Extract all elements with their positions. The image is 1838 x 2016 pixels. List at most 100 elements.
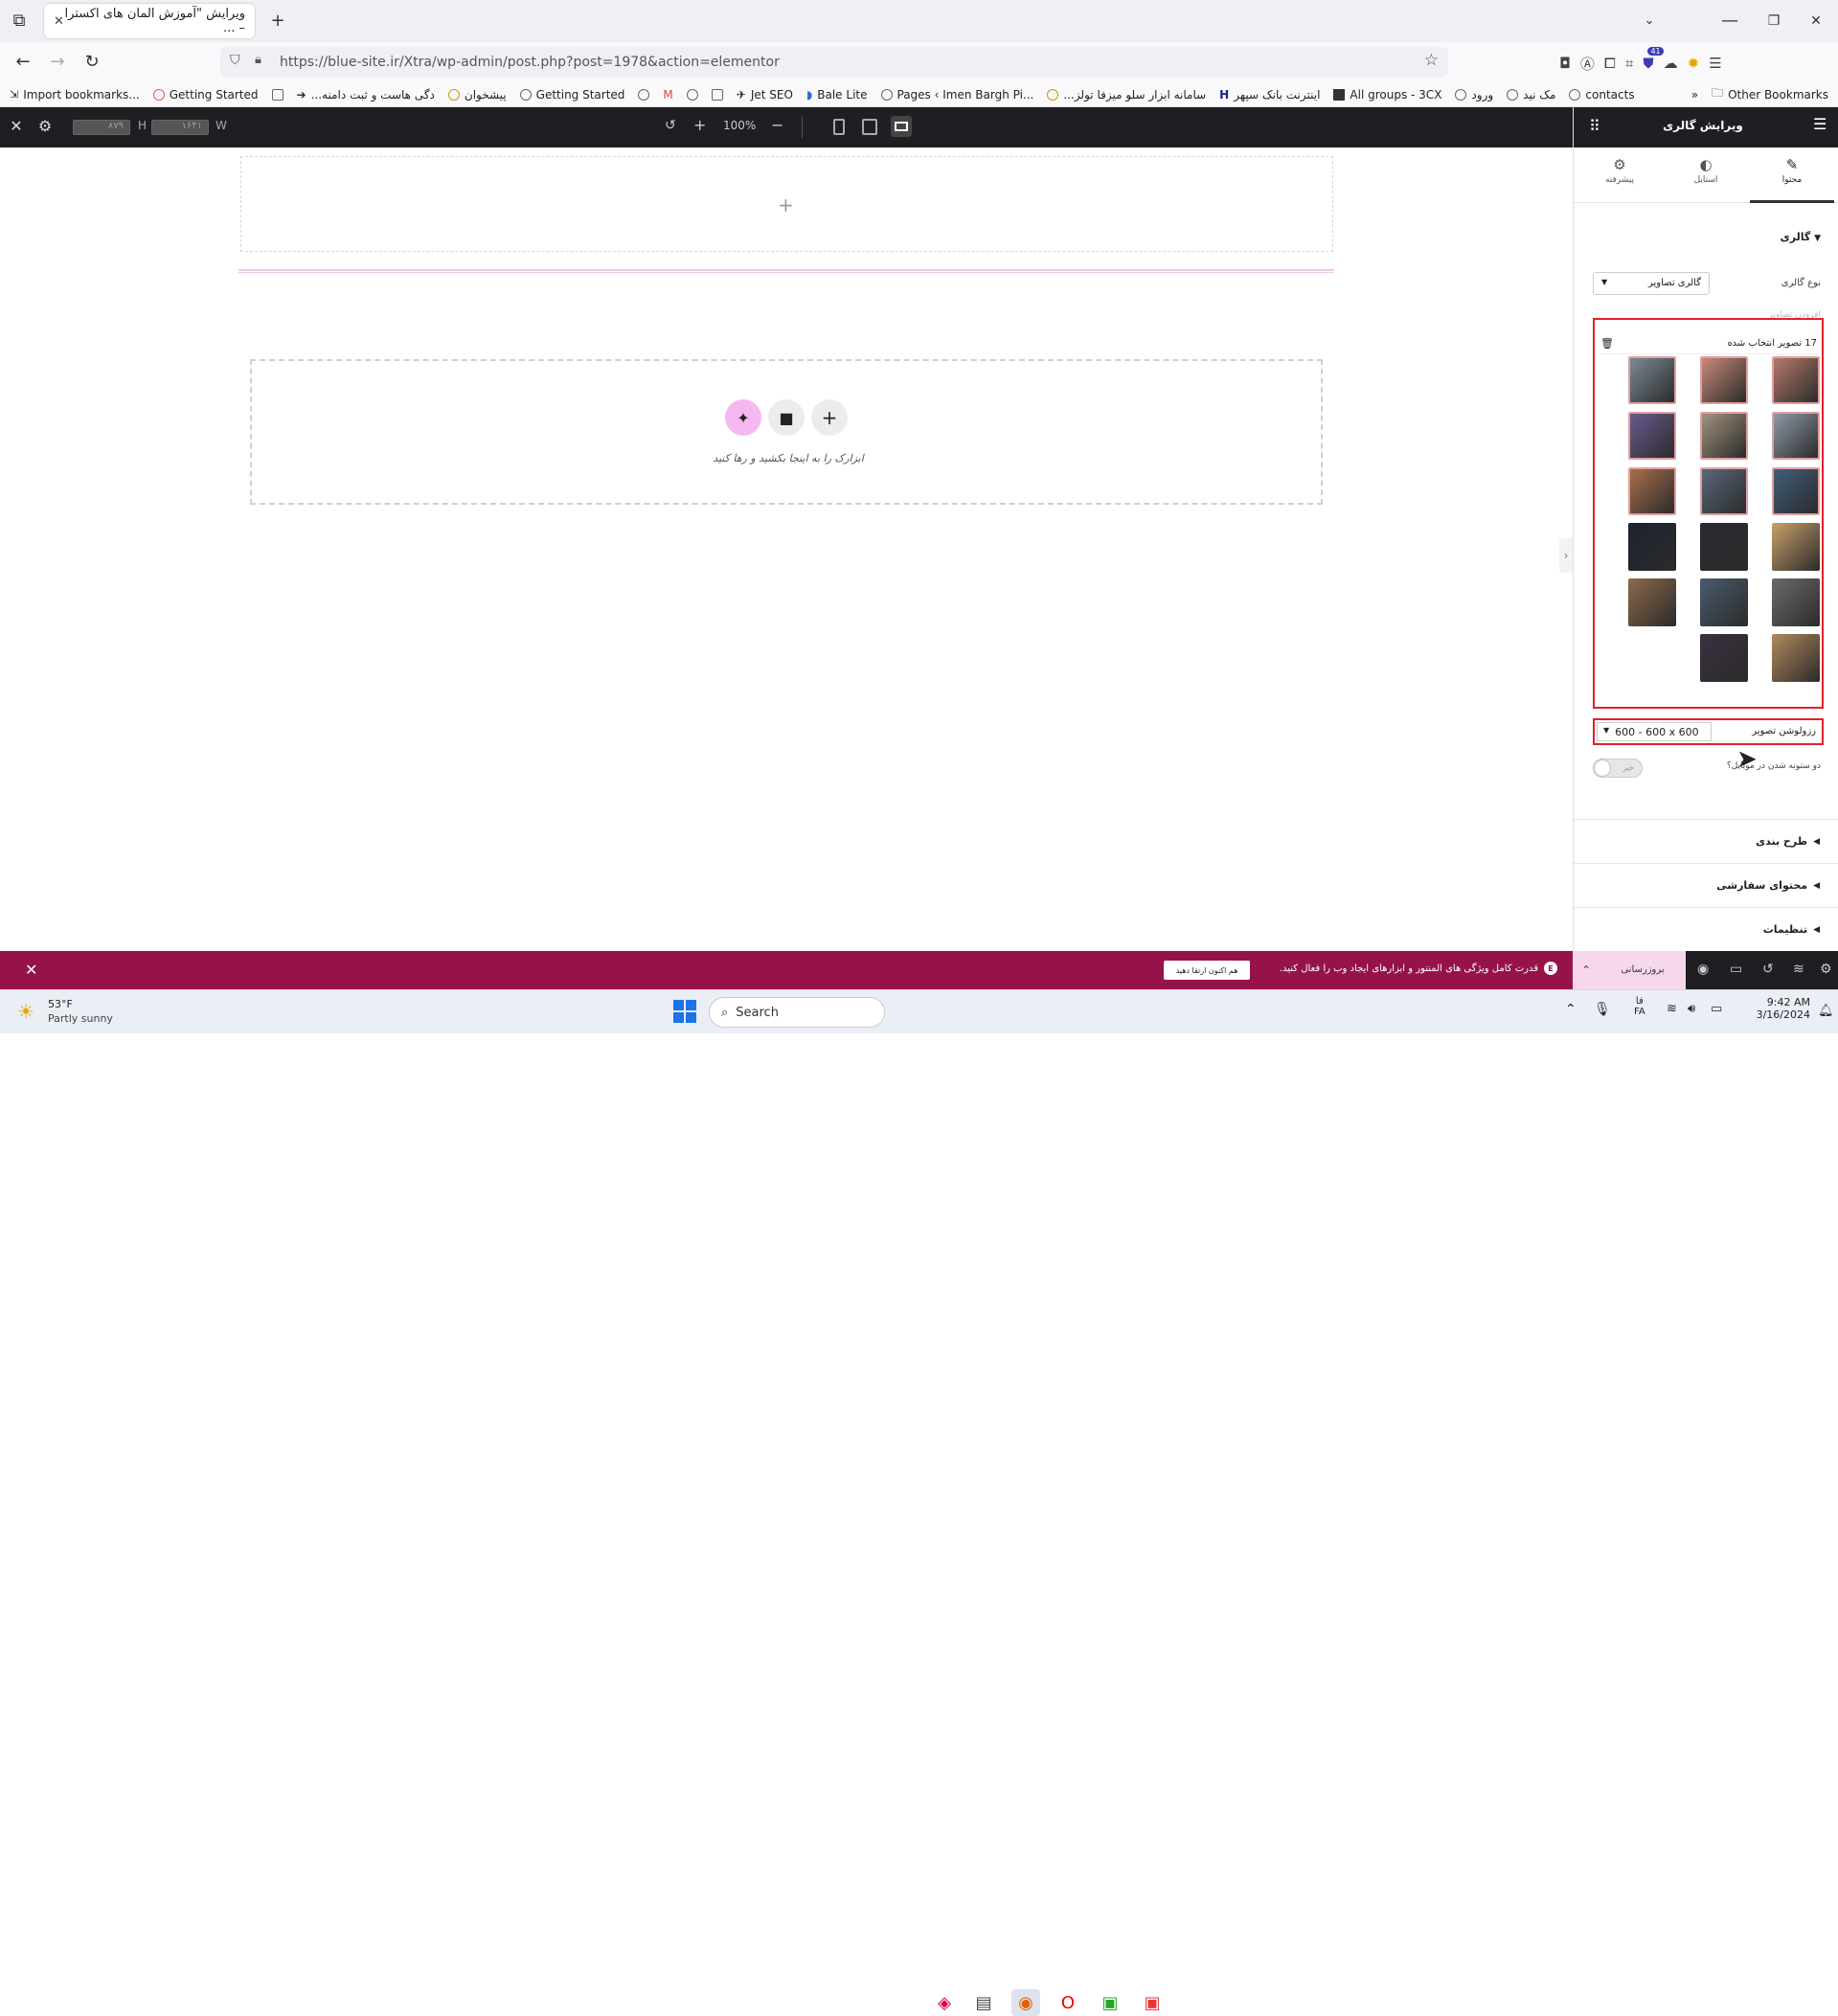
tab-list-icon[interactable]: ⧉ [6, 8, 33, 34]
tab-style[interactable]: ◐ استایل [1664, 147, 1748, 203]
weather-icon[interactable]: ☀ [17, 1000, 34, 1023]
tab-overflow-chevron-icon[interactable]: ⌄ [1636, 8, 1663, 34]
firefox-taskbar-icon[interactable]: ◉ [1011, 1989, 1040, 2016]
app-menu-icon[interactable]: ☰ [1709, 55, 1721, 72]
history-icon[interactable]: ↺ [1762, 962, 1774, 977]
mobile-device-icon[interactable] [833, 119, 845, 135]
gallery-thumbnail[interactable] [1628, 523, 1676, 571]
drop-zone[interactable]: ✦ ■ + ابزارک را به اینجا بکشید و رها کنی… [250, 359, 1323, 505]
gallery-section-header[interactable]: ▼ گالری [1781, 231, 1821, 243]
gallery-thumbnail[interactable] [1772, 412, 1820, 460]
navigator-layers-icon[interactable]: ≋ [1793, 962, 1804, 977]
notifications-icon[interactable]: 🔔︎ [1818, 1004, 1834, 1018]
gallery-thumbnail[interactable] [1628, 412, 1676, 460]
bookmark-item[interactable]: مک نید [1507, 88, 1555, 102]
new-tab-button[interactable]: + [264, 8, 291, 34]
gallery-thumbnail[interactable] [1772, 467, 1820, 515]
bookmark-item[interactable]: ...سامانه ابزار سلو میزفا تولز [1047, 88, 1206, 102]
weather-temp[interactable]: 53°F [48, 998, 73, 1010]
tablet-device-icon[interactable] [862, 119, 877, 135]
responsive-mode-icon[interactable]: ▭ [1730, 962, 1742, 977]
vpn-icon[interactable]: ☁ [1664, 55, 1678, 72]
gallery-thumbnail[interactable] [1700, 578, 1748, 626]
upgrade-now-button[interactable]: هم اکنون ارتقا دهید [1164, 961, 1250, 980]
gallery-thumbnail[interactable] [1700, 412, 1748, 460]
crop-icon[interactable]: ⌗ [1625, 55, 1633, 72]
settings-extension-icon[interactable]: ✹ [1688, 55, 1700, 72]
weather-desc[interactable]: Partly sunny [48, 1012, 113, 1025]
trash-icon[interactable]: 🗑︎ [1600, 337, 1614, 350]
bookmark-item[interactable]: پیشخوان [447, 88, 507, 102]
bookmark-item[interactable]: M [663, 88, 672, 102]
settings-section-header[interactable]: ◀ تنظیمات [1574, 907, 1838, 951]
other-bookmarks[interactable]: 🗀︎ Other Bookmarks [1712, 84, 1828, 104]
bookmark-item[interactable]: ورود [1455, 88, 1493, 102]
bookmark-item[interactable]: Getting Started [519, 88, 624, 102]
bookmark-item[interactable]: ➔ ...دگی هاست و ثبت دامنه [297, 88, 435, 102]
reset-zoom-icon[interactable]: ↺ [665, 118, 676, 133]
extensions-icon[interactable]: ⧠ [1604, 55, 1616, 72]
bookmark-item[interactable]: contacts [1569, 88, 1635, 102]
file-explorer-icon[interactable]: ▤ [969, 1989, 998, 2016]
widgets-grid-icon[interactable]: ⠿ [1589, 117, 1600, 135]
bookmark-item[interactable]: Getting Started [152, 88, 259, 102]
reload-icon[interactable]: ↻ [79, 49, 105, 76]
settings-gear-icon[interactable]: ⚙ [34, 117, 56, 138]
forward-icon[interactable]: → [44, 49, 71, 76]
gallery-thumbnail[interactable] [1772, 578, 1820, 626]
camtasia-red-icon[interactable]: ▣ [1138, 1989, 1167, 2016]
page-settings-gear-icon[interactable]: ⚙ [1820, 962, 1832, 977]
bookmark-star-icon[interactable]: ☆ [1424, 51, 1439, 70]
width-input[interactable]: ۱۶۴۱ [151, 120, 209, 135]
update-options-chevron[interactable]: ⌃ [1573, 951, 1600, 989]
zoom-out-button[interactable]: − [771, 116, 783, 134]
tab-advanced[interactable]: ⚙ پیشرفته [1577, 147, 1662, 203]
resolution-select[interactable]: ▼ 600 - 600 x 600 [1597, 722, 1712, 741]
update-button[interactable]: بروزرسانی [1600, 951, 1686, 989]
custom-content-section-header[interactable]: ◀ محتوای سفارشی [1574, 863, 1838, 907]
close-editor-icon[interactable]: ✕ [6, 117, 27, 138]
bookmarks-overflow[interactable]: » [1691, 88, 1698, 102]
copilot-icon[interactable]: ◈ [930, 1989, 959, 2016]
minimize-icon[interactable]: — [1716, 8, 1743, 34]
notice-close-button[interactable]: ✕ [25, 961, 37, 979]
camtasia-green-icon[interactable]: ▣ [1096, 1989, 1124, 2016]
bookmark-item[interactable] [711, 88, 723, 101]
gallery-thumbnail[interactable] [1772, 634, 1820, 682]
gallery-thumbnail[interactable] [1772, 523, 1820, 571]
hamburger-menu-icon[interactable]: ☰ [1813, 115, 1827, 133]
opera-icon[interactable]: O [1054, 1989, 1082, 2016]
lock-icon[interactable]: 🔒︎ [255, 53, 261, 67]
add-section-button[interactable]: + [778, 193, 794, 216]
clock[interactable]: 9:42 AM 3/16/2024 [1741, 996, 1810, 1021]
pocket-icon[interactable]: ◘ [1559, 55, 1571, 72]
desktop-device-icon[interactable] [891, 116, 912, 137]
layout-section-header[interactable]: ◀ طرح بندی [1574, 819, 1838, 863]
gallery-thumbnail[interactable] [1772, 356, 1820, 404]
zoom-in-button[interactable]: + [693, 116, 706, 134]
start-windows-icon[interactable] [673, 1000, 696, 1023]
gallery-thumbnail[interactable] [1628, 467, 1676, 515]
url-field[interactable]: ⛉ 🔒︎ https://blue-site.ir/Xtra/wp-admin/… [220, 47, 1448, 78]
gallery-thumbnail[interactable] [1700, 356, 1748, 404]
bookmark-item[interactable]: ◗ Bale Lite [806, 88, 868, 102]
template-library-button[interactable]: ■ [768, 399, 805, 436]
empty-section-top[interactable]: + [240, 156, 1333, 252]
bookmark-item[interactable] [686, 88, 698, 101]
add-widget-button[interactable]: + [811, 399, 848, 436]
bookmark-item[interactable]: ✈ Jet SEO [737, 88, 793, 102]
gallery-type-select[interactable]: گالری تصاویر ▼ [1593, 272, 1710, 295]
language-indicator[interactable]: فا FA [1634, 996, 1645, 1017]
gallery-thumbnail[interactable] [1628, 356, 1676, 404]
ai-sparkle-button[interactable]: ✦ [725, 399, 761, 436]
bookmark-item[interactable]: Pages ‹ Imen Bargh Pi... [880, 88, 1033, 102]
tray-overflow-icon[interactable]: ⌃ [1565, 1002, 1577, 1017]
taskbar-search[interactable]: ⌕ Search [709, 997, 885, 1028]
bookmark-item[interactable]: H اینترنت بانک سپهر [1219, 88, 1320, 102]
bookmark-item[interactable] [271, 88, 284, 101]
gallery-thumbnail[interactable] [1628, 578, 1676, 626]
volume-icon[interactable]: 🔊︎ [1688, 1002, 1695, 1016]
back-icon[interactable]: ← [10, 49, 36, 76]
panel-collapse-toggle[interactable]: › [1559, 538, 1573, 573]
restore-icon[interactable]: ❐ [1760, 8, 1787, 34]
